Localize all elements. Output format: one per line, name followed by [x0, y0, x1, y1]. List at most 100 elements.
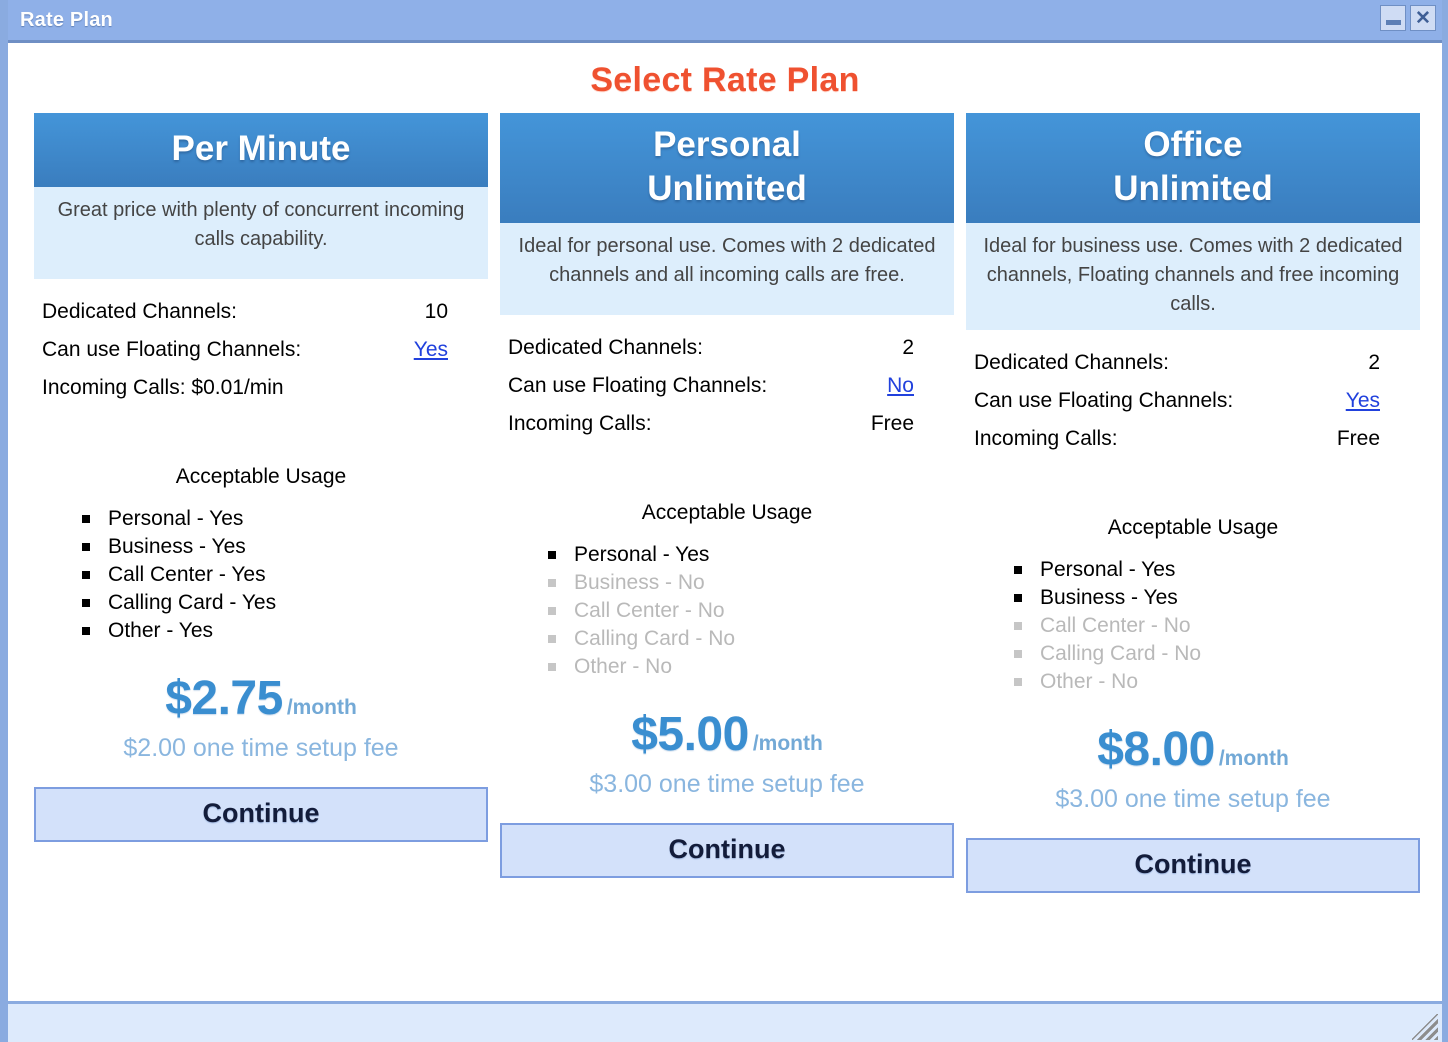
continue-button[interactable]: Continue: [500, 823, 954, 878]
window-controls: ✕: [1380, 5, 1436, 31]
usage-item-label: Other - Yes: [108, 619, 214, 642]
usage-item: Personal - Yes: [34, 505, 488, 533]
continue-button[interactable]: Continue: [966, 838, 1420, 893]
plan-card: Office Unlimited Ideal for business use. C…: [966, 113, 1420, 893]
plan-spec-row: Incoming Calls: Free: [974, 420, 1414, 458]
plan-spec-value-link[interactable]: No: [887, 367, 948, 405]
usage-item-label: Business - Yes: [108, 535, 246, 558]
price-period: /month: [752, 732, 823, 755]
plan-spec-row: Can use Floating Channels: Yes: [974, 382, 1414, 420]
plan-spec-value: Free: [1336, 427, 1380, 450]
plan-list: Per Minute Great price with plenty of con…: [34, 113, 1420, 893]
bullet-square-icon: [82, 515, 90, 523]
price-amount: $2.75: [165, 672, 283, 725]
acceptable-usage-list: Personal - Yes Business - Yes Call Center …: [966, 556, 1420, 696]
bullet-square-icon: [548, 579, 556, 587]
usage-item: Call Center - No: [500, 597, 954, 625]
usage-item-label: Call Center - Yes: [108, 563, 266, 586]
minimize-icon: [1385, 20, 1401, 25]
plan-header: Office Unlimited: [966, 113, 1420, 223]
continue-button-wrapper: Continue: [34, 787, 488, 842]
price-amount: $8.00: [1097, 723, 1215, 776]
window-titlebar[interactable]: Rate Plan ✕: [8, 0, 1442, 43]
bullet-square-icon: [548, 663, 556, 671]
plan-description: Great price with plenty of concurrent in…: [34, 187, 488, 279]
page-title: Select Rate Plan: [590, 61, 860, 99]
usage-item: Call Center - Yes: [34, 561, 488, 589]
plan-spec-label: Dedicated Channels:: [508, 336, 703, 359]
usage-item-label: Call Center - No: [1040, 614, 1191, 637]
continue-button-wrapper: Continue: [966, 838, 1420, 893]
close-button[interactable]: ✕: [1410, 5, 1436, 31]
plan-name-line-1: Personal: [653, 125, 801, 164]
plan-spec-list: Dedicated Channels: 2 Can use Floating Cha…: [974, 344, 1414, 458]
plan-spec-label: Dedicated Channels:: [42, 300, 237, 323]
price-block: $2.75/month $2.00 one time setup fee: [34, 671, 488, 763]
acceptable-usage-title: Acceptable Usage: [641, 501, 813, 524]
plan-spec-row: Dedicated Channels: 2: [974, 344, 1414, 382]
usage-item: Personal - Yes: [966, 556, 1420, 584]
bullet-square-icon: [82, 627, 90, 635]
plan-spec-label: Dedicated Channels:: [974, 351, 1169, 374]
plan-spec-row: Dedicated Channels: 10: [42, 293, 482, 331]
continue-button[interactable]: Continue: [34, 787, 488, 842]
bullet-square-icon: [1014, 622, 1022, 630]
plan-spec-list: Dedicated Channels: 2 Can use Floating Cha…: [508, 329, 948, 443]
plan-spec-value: 10: [424, 300, 448, 323]
plan-spec-value: 2: [1368, 351, 1380, 374]
price-block: $8.00/month $3.00 one time setup fee: [966, 722, 1420, 814]
usage-item-label: Call Center - No: [574, 599, 725, 622]
acceptable-usage-title: Acceptable Usage: [1107, 516, 1279, 539]
plan-header: Personal Unlimited: [500, 113, 954, 223]
plan-spec-value-link[interactable]: Yes: [1346, 382, 1414, 420]
price-period: /month: [1218, 747, 1289, 770]
acceptable-usage-list: Personal - Yes Business - Yes Call Center …: [34, 505, 488, 645]
setup-fee: $2.00 one time setup fee: [123, 734, 399, 762]
plan-spec-row: Can use Floating Channels: No: [508, 367, 948, 405]
plan-name-line-1: Per Minute: [171, 129, 351, 168]
dialog-content: Select Rate Plan Per Minute Great price w…: [8, 43, 1442, 1001]
bullet-square-icon: [82, 543, 90, 551]
plan-description: Ideal for personal use. Comes with 2 ded…: [500, 223, 954, 315]
usage-item: Call Center - No: [966, 612, 1420, 640]
continue-button-wrapper: Continue: [500, 823, 954, 878]
plan-spec-list: Dedicated Channels: 10 Can use Floating Ch…: [42, 293, 482, 407]
usage-item-label: Business - No: [574, 571, 705, 594]
usage-item-label: Business - Yes: [1040, 586, 1178, 609]
plan-card: Per Minute Great price with plenty of con…: [34, 113, 488, 893]
acceptable-usage-list: Personal - Yes Business - No Call Center -…: [500, 541, 954, 681]
usage-item-label: Personal - Yes: [1040, 558, 1176, 581]
bullet-square-icon: [1014, 678, 1022, 686]
bullet-square-icon: [82, 599, 90, 607]
plan-name-line-2: Unlimited: [647, 169, 807, 208]
usage-item-label: Other - No: [1040, 670, 1139, 693]
bullet-square-icon: [82, 571, 90, 579]
plan-spec-label: Can use Floating Channels:: [974, 389, 1234, 412]
setup-fee: $3.00 one time setup fee: [1055, 785, 1331, 813]
plan-header: Per Minute: [34, 113, 488, 187]
bullet-square-icon: [1014, 650, 1022, 658]
usage-item: Other - No: [966, 668, 1420, 696]
plan-spec-row: Dedicated Channels: 2: [508, 329, 948, 367]
usage-item: Calling Card - Yes: [34, 589, 488, 617]
bullet-square-icon: [548, 607, 556, 615]
window-title: Rate Plan: [20, 8, 113, 31]
plan-spec-row: Incoming Calls: $0.01/min: [42, 369, 482, 407]
plan-spec-label: Incoming Calls: $0.01/min: [42, 376, 284, 399]
bullet-square-icon: [548, 551, 556, 559]
plan-spec-value: Free: [870, 412, 914, 435]
plan-spec-value-link[interactable]: Yes: [414, 331, 482, 369]
usage-item-label: Calling Card - Yes: [108, 591, 277, 614]
minimize-button[interactable]: [1380, 5, 1406, 31]
usage-item-label: Calling Card - No: [574, 627, 736, 650]
plan-spec-value: 2: [902, 336, 914, 359]
usage-item: Business - Yes: [34, 533, 488, 561]
usage-item-label: Personal - Yes: [574, 543, 710, 566]
plan-spec-label: Can use Floating Channels:: [508, 374, 768, 397]
usage-item-label: Calling Card - No: [1040, 642, 1202, 665]
resize-grip-icon[interactable]: [1412, 1014, 1438, 1040]
price-amount: $5.00: [631, 708, 749, 761]
usage-item-label: Other - No: [574, 655, 673, 678]
plan-spec-label: Can use Floating Channels:: [42, 338, 302, 361]
usage-item: Other - No: [500, 653, 954, 681]
